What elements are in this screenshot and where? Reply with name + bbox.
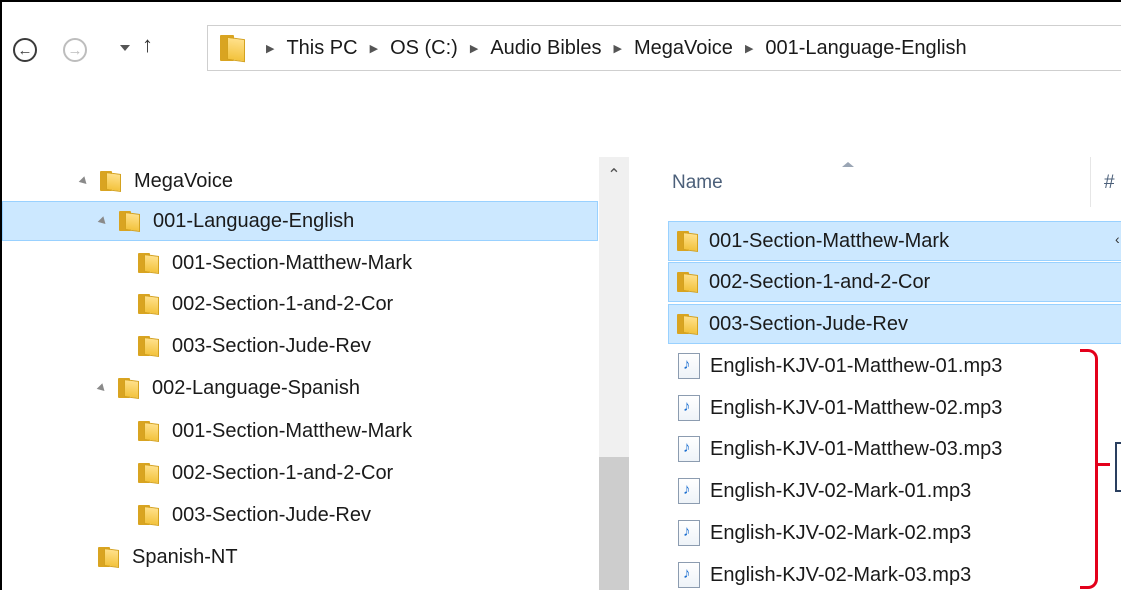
file-row-mp3[interactable]: ♪ English-KJV-01-Matthew-02.mp3 <box>668 388 1121 428</box>
forward-button[interactable]: → <box>60 35 90 65</box>
folder-icon <box>138 253 160 275</box>
file-name: 002-Section-1-and-2-Cor <box>709 270 931 293</box>
folder-icon <box>677 314 699 336</box>
file-row-folder[interactable]: 003-Section-Jude-Rev <box>668 304 1121 344</box>
file-name: English-KJV-01-Matthew-02.mp3 <box>710 396 1003 419</box>
file-row-mp3[interactable]: ♪ English-KJV-02-Mark-03.mp3 <box>668 555 1121 590</box>
tree-item-label: 002-Language-Spanish <box>152 376 360 399</box>
tree-item-label: 001-Language-English <box>153 209 355 232</box>
file-row-mp3[interactable]: ♪ English-KJV-02-Mark-01.mp3 <box>668 471 1121 511</box>
clipped-callout-box <box>1115 442 1121 492</box>
tree-item-label: 001-Section-Matthew-Mark <box>172 251 413 274</box>
folder-icon <box>677 272 699 294</box>
tree-item-label: 002-Section-1-and-2-Cor <box>172 461 394 484</box>
navigation-tree: MegaVoice 001-Language-English 001-Secti… <box>2 157 632 590</box>
breadcrumb-this-pc[interactable]: This PC <box>286 37 357 60</box>
audio-file-icon: ♪ <box>678 395 700 421</box>
tree-item-section[interactable]: 002-Section-1-and-2-Cor <box>138 453 393 493</box>
audio-file-icon: ♪ <box>678 353 700 379</box>
file-name: English-KJV-01-Matthew-03.mp3 <box>710 437 1003 460</box>
tree-item-section[interactable]: 003-Section-Jude-Rev <box>138 495 371 535</box>
folder-icon <box>138 505 160 527</box>
folder-icon <box>119 211 141 233</box>
tree-item-label: 002-Section-1-and-2-Cor <box>172 292 394 315</box>
file-name: English-KJV-02-Mark-02.mp3 <box>710 521 972 544</box>
back-arrow-icon: ← <box>13 38 37 62</box>
file-name: English-KJV-02-Mark-03.mp3 <box>710 563 972 586</box>
column-header-name[interactable]: Name <box>672 172 723 194</box>
chevron-right-icon[interactable]: ▶ <box>470 42 478 55</box>
folder-icon <box>138 463 160 485</box>
tree-item-label: 001-Section-Matthew-Mark <box>172 419 413 442</box>
audio-file-icon: ♪ <box>678 436 700 462</box>
sort-ascending-icon <box>842 162 854 167</box>
tree-item-label: MegaVoice <box>134 169 233 192</box>
tree-item-section[interactable]: 001-Section-Matthew-Mark <box>138 411 412 451</box>
tree-scrollbar[interactable]: ⌃ <box>599 157 629 590</box>
chevron-right-icon[interactable]: ▶ <box>614 42 622 55</box>
breadcrumb-audio-bibles[interactable]: Audio Bibles <box>490 37 601 60</box>
back-button[interactable]: ← <box>10 35 40 65</box>
forward-arrow-icon: → <box>63 38 87 62</box>
tree-item-label: 003-Section-Jude-Rev <box>172 503 371 526</box>
file-name: 003-Section-Jude-Rev <box>709 312 908 335</box>
tree-item-section[interactable]: 001-Section-Matthew-Mark <box>138 243 412 283</box>
breadcrumb-001-language-english[interactable]: 001-Language-English <box>765 37 966 60</box>
chevron-right-icon[interactable]: ▶ <box>266 42 274 55</box>
folder-icon <box>138 294 160 316</box>
file-list: Name # 001-Section-Matthew-Mark 002-Sect… <box>642 157 1121 590</box>
tree-item-label: Spanish-NT <box>132 545 238 568</box>
expand-arrow-icon[interactable] <box>78 175 90 187</box>
truncated-column-mark: ‹ <box>1115 231 1120 247</box>
file-row-folder[interactable]: 002-Section-1-and-2-Cor <box>668 262 1121 302</box>
folder-icon <box>220 35 246 63</box>
breadcrumb-os-c[interactable]: OS (C:) <box>390 37 458 60</box>
folder-icon <box>118 378 140 400</box>
file-row-folder[interactable]: 001-Section-Matthew-Mark <box>668 221 1121 261</box>
tree-item-002-language-spanish[interactable]: 002-Language-Spanish <box>96 368 360 408</box>
address-bar[interactable]: ▶ This PC ▶ OS (C:) ▶ Audio Bibles ▶ Meg… <box>207 25 1121 71</box>
chevron-right-icon[interactable]: ▶ <box>745 42 753 55</box>
file-name: English-KJV-02-Mark-01.mp3 <box>710 479 972 502</box>
file-explorer-window: ← → ↑ ▶ This PC ▶ OS (C:) ▶ Audio Bibles… <box>0 0 1121 590</box>
navigation-bar: ← → ↑ ▶ This PC ▶ OS (C:) ▶ Audio Bibles… <box>2 2 1121 102</box>
breadcrumb: ▶ This PC ▶ OS (C:) ▶ Audio Bibles ▶ Meg… <box>254 37 967 60</box>
scroll-up-icon[interactable]: ⌃ <box>599 157 629 193</box>
folder-icon <box>677 231 699 253</box>
file-row-mp3[interactable]: ♪ English-KJV-01-Matthew-01.mp3 <box>668 346 1121 386</box>
file-row-mp3[interactable]: ♪ English-KJV-02-Mark-02.mp3 <box>668 513 1121 553</box>
up-button[interactable]: ↑ <box>142 32 153 58</box>
annotation-bracket <box>1080 349 1098 589</box>
tree-item-label: 003-Section-Jude-Rev <box>172 334 371 357</box>
tree-item-section[interactable]: 002-Section-1-and-2-Cor <box>138 284 393 324</box>
folder-icon <box>100 171 122 193</box>
file-row-mp3[interactable]: ♪ English-KJV-01-Matthew-03.mp3 <box>668 429 1121 469</box>
column-divider[interactable] <box>1090 157 1091 207</box>
tree-item-spanish-nt[interactable]: Spanish-NT <box>98 537 238 577</box>
annotation-bracket-tip <box>1096 463 1110 466</box>
chevron-right-icon[interactable]: ▶ <box>370 42 378 55</box>
file-name: 001-Section-Matthew-Mark <box>709 229 950 252</box>
tree-item-section[interactable]: 003-Section-Jude-Rev <box>138 326 371 366</box>
audio-file-icon: ♪ <box>678 520 700 546</box>
recent-locations-dropdown[interactable] <box>120 45 130 51</box>
column-header-number[interactable]: # <box>1104 172 1115 194</box>
tree-item-megavoice[interactable]: MegaVoice <box>78 161 233 201</box>
expand-arrow-icon[interactable] <box>96 382 108 394</box>
breadcrumb-megavoice[interactable]: MegaVoice <box>634 37 733 60</box>
tree-item-001-language-english[interactable]: 001-Language-English <box>2 201 598 241</box>
audio-file-icon: ♪ <box>678 478 700 504</box>
folder-icon <box>138 421 160 443</box>
file-name: English-KJV-01-Matthew-01.mp3 <box>710 354 1003 377</box>
folder-icon <box>98 547 120 569</box>
scrollbar-thumb[interactable] <box>599 457 629 590</box>
audio-file-icon: ♪ <box>678 562 700 588</box>
expand-arrow-icon[interactable] <box>97 215 109 227</box>
folder-icon <box>138 336 160 358</box>
